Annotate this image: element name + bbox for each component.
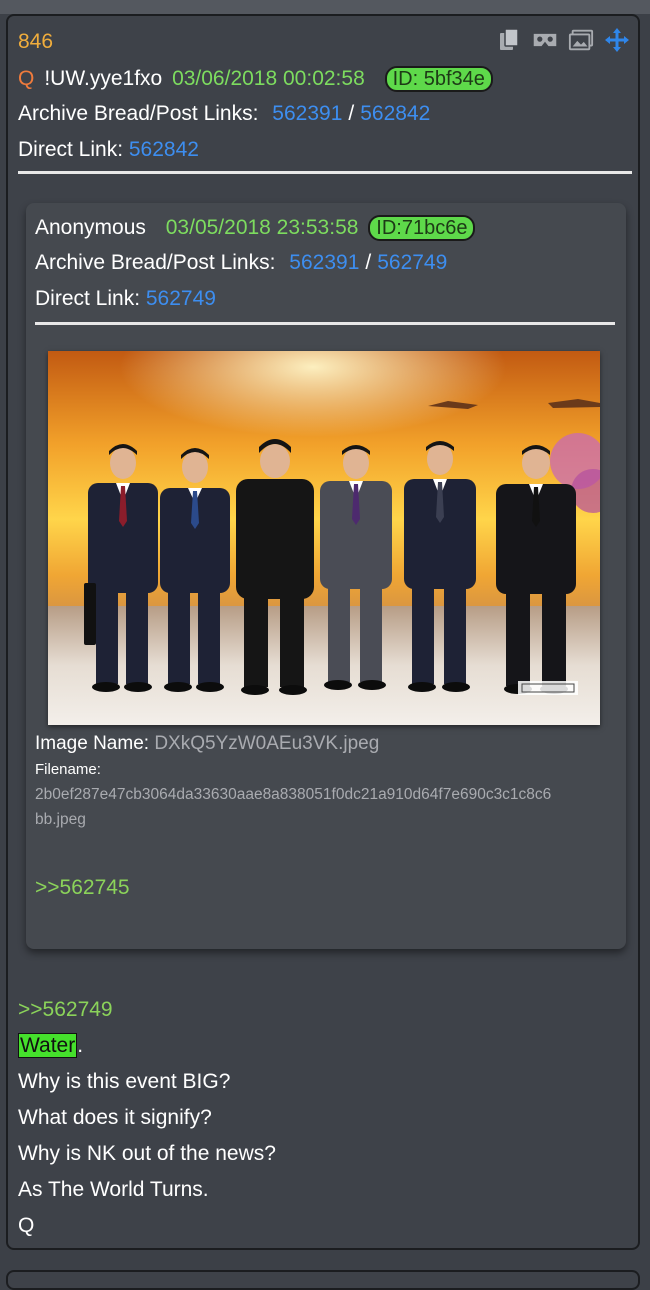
body-line: As The World Turns. xyxy=(18,1178,209,1201)
archive-post-link[interactable]: 562842 xyxy=(360,102,430,125)
quoted-archive-post-link[interactable]: 562749 xyxy=(377,251,447,274)
quoted-post: Anonymous 03/05/2018 23:53:58 ID:71bc6e … xyxy=(26,203,626,949)
filename-line2[interactable]: bb.jpeg xyxy=(35,811,86,829)
post-number: 846 xyxy=(18,30,54,53)
header-divider xyxy=(18,171,632,174)
copy-icon[interactable] xyxy=(496,28,522,52)
move-arrows-icon[interactable] xyxy=(604,28,630,52)
image-name-value[interactable]: DXkQ5YzW0AEu3VK.jpeg xyxy=(154,733,379,754)
post-card: 846 Q !UW.yye1fxo 03/06/2018 00:02:58 ID… xyxy=(6,14,640,1250)
quoted-header: Anonymous 03/05/2018 23:53:58 ID:71bc6e xyxy=(35,215,476,241)
top-strip xyxy=(0,0,650,14)
body-line: What does it signify? xyxy=(18,1106,212,1129)
filename-line1[interactable]: 2b0ef287e47cb3064da33630aae8a838051f0dc2… xyxy=(35,786,551,804)
body-signature: Q xyxy=(18,1214,35,1237)
tripcode: !UW.yye1fxo xyxy=(44,67,163,90)
image-gallery-icon[interactable] xyxy=(568,28,594,52)
next-post-card xyxy=(6,1270,640,1290)
image-name-label: Image Name: xyxy=(35,733,150,754)
quoted-direct-label: Direct Link: xyxy=(35,287,141,310)
post-header: Q !UW.yye1fxo 03/06/2018 00:02:58 ID: 5bf… xyxy=(18,66,493,92)
vr-glasses-icon[interactable] xyxy=(532,28,558,52)
quoted-id-badge[interactable]: ID:71bc6e xyxy=(368,215,476,241)
id-badge[interactable]: ID: 5bf34e xyxy=(384,66,493,92)
direct-link[interactable]: 562842 xyxy=(129,138,199,161)
direct-link-label: Direct Link: xyxy=(18,138,124,161)
direct-link-row: Direct Link: 562842 xyxy=(18,138,199,162)
quoted-archive-separator: / xyxy=(365,251,372,274)
quoted-archive-bread-link[interactable]: 562391 xyxy=(289,251,359,274)
quoted-divider xyxy=(35,322,615,325)
quoted-date: 03/05/2018 23:53:58 xyxy=(165,216,359,239)
quoted-direct-link[interactable]: 562749 xyxy=(146,287,216,310)
archive-label: Archive Bread/Post Links: xyxy=(18,102,259,125)
highlight-word: Water xyxy=(18,1033,78,1058)
quoted-archive-row: Archive Bread/Post Links: 562391 /562749 xyxy=(35,251,447,275)
post-image[interactable] xyxy=(48,351,600,725)
quoted-reply-link[interactable]: >>562745 xyxy=(35,876,130,900)
archive-bread-link[interactable]: 562391 xyxy=(272,102,342,125)
filename-label: Filename: xyxy=(35,761,101,778)
post-date: 03/06/2018 00:02:58 xyxy=(172,67,365,90)
highlight-punctuation: . xyxy=(77,1034,84,1057)
quoted-archive-label: Archive Bread/Post Links: xyxy=(35,251,276,274)
archive-separator: / xyxy=(348,102,355,125)
image-name-row: Image Name: DXkQ5YzW0AEu3VK.jpeg xyxy=(35,733,379,755)
body-line: Why is NK out of the news? xyxy=(18,1142,276,1165)
archive-links-row: Archive Bread/Post Links: 562391 /562842 xyxy=(18,102,430,126)
quoted-author: Anonymous xyxy=(35,216,146,239)
quoted-direct-row: Direct Link: 562749 xyxy=(35,287,216,311)
body-water-line: Water. xyxy=(18,1033,84,1058)
post-toolbar xyxy=(496,28,630,52)
body-reply-link[interactable]: >>562749 xyxy=(18,998,113,1022)
q-marker: Q xyxy=(18,67,35,90)
body-line: Why is this event BIG? xyxy=(18,1070,231,1093)
